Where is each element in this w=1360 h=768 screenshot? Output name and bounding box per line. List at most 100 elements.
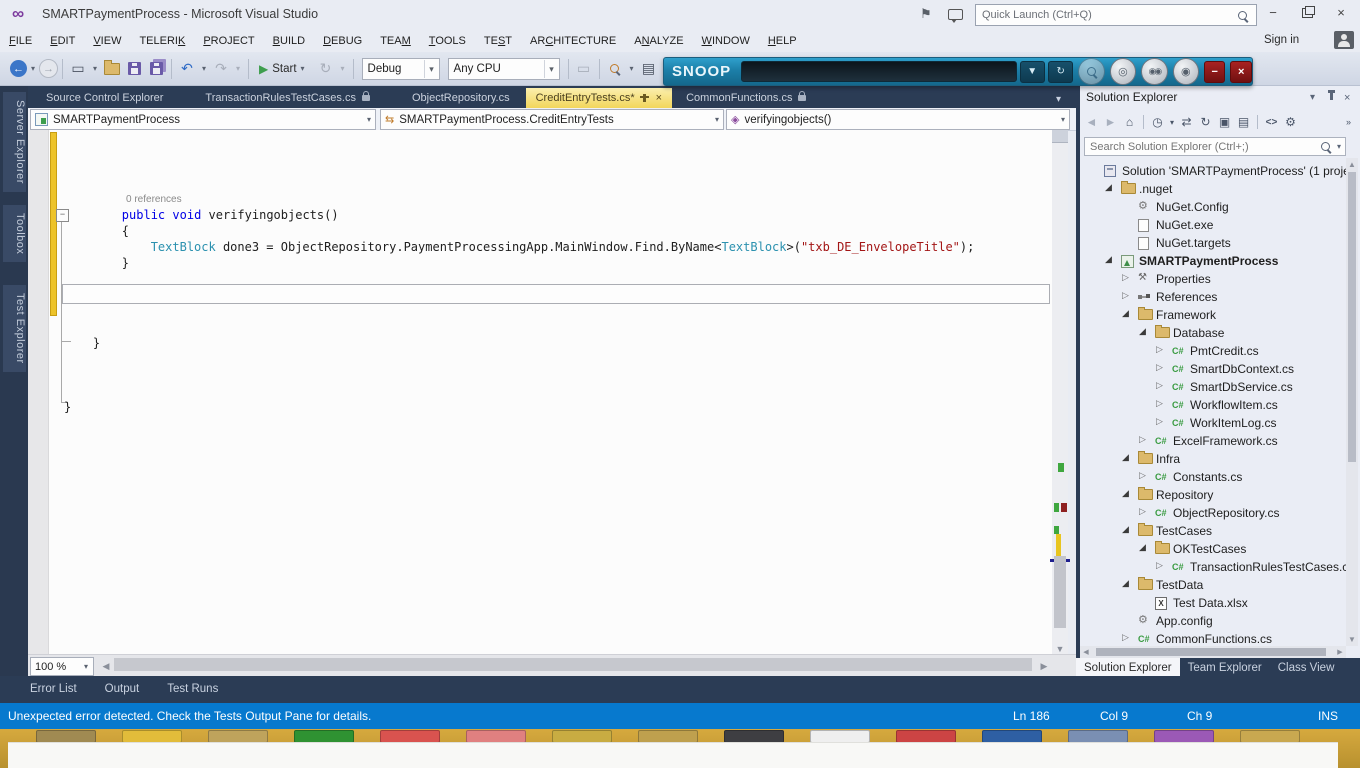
redo-icon[interactable]: ↷ [211, 59, 231, 79]
feedback-flag-icon[interactable]: ⚑ [920, 6, 932, 22]
snoop-window[interactable]: SNOOP ▼ ↻ ◎ ◉◉ ◉ − × [663, 57, 1253, 86]
editor-split-handle[interactable] [1052, 130, 1068, 143]
solution-configuration-combo[interactable]: Debug ▾ [362, 58, 440, 80]
new-window-dropdown-icon[interactable]: ▾ [90, 59, 100, 79]
start-debug-button[interactable]: ▶ Start ▾ [259, 59, 309, 79]
collapse-arrow-icon[interactable]: ◢ [1139, 326, 1146, 337]
code-line[interactable]: public void verifyingobjects() [64, 208, 339, 223]
snoop-minimize-button[interactable]: − [1204, 61, 1226, 83]
expand-arrow-icon[interactable]: ▷ [1139, 506, 1146, 517]
tree-item-smartpaymentprocess[interactable]: ◢SMARTPaymentProcess [1080, 252, 1346, 270]
expand-arrow-icon[interactable]: ▷ [1139, 470, 1146, 481]
scrollbar-down-icon[interactable]: ▼ [1052, 644, 1068, 654]
tree-item--nuget[interactable]: ◢.nuget [1080, 180, 1346, 198]
snoop-target-icon[interactable]: ◉ [1173, 58, 1199, 85]
tree-item-solution-smartpaymentprocess-1-project-[interactable]: Solution 'SMARTPaymentProcess' (1 projec… [1080, 162, 1346, 180]
tree-item-app-config[interactable]: ⚙App.config [1080, 612, 1346, 630]
menu-edit[interactable]: EDIT [41, 30, 84, 52]
back-icon[interactable]: ◄ [1082, 115, 1101, 129]
collapse-arrow-icon[interactable]: ◢ [1122, 488, 1129, 499]
doc-tab-2[interactable]: TransactionRulesTestCases.cs [195, 88, 380, 108]
search-dropdown-icon[interactable]: ▾ [1334, 137, 1344, 157]
expand-arrow-icon[interactable]: ▷ [1122, 272, 1129, 283]
tree-item-workitemlog-cs[interactable]: ▷C#WorkItemLog.cs [1080, 414, 1346, 432]
tree-item-repository[interactable]: ◢Repository [1080, 486, 1346, 504]
scrollbar-left-icon[interactable]: ◀ [98, 661, 114, 672]
editor-zoom-combo[interactable]: 100 % ▾ [30, 657, 94, 676]
panel-tab-error-list[interactable]: Error List [30, 676, 77, 703]
document-icon[interactable]: ▭ [574, 59, 594, 79]
menu-project[interactable]: PROJECT [194, 30, 263, 52]
snoop-magnifier-icon[interactable] [1078, 58, 1104, 85]
menu-telerik[interactable]: TELERIK [130, 30, 194, 52]
panel-tab-team-explorer[interactable]: Team Explorer [1180, 658, 1270, 678]
forward-icon[interactable]: ► [1101, 115, 1120, 129]
tree-item-oktestcases[interactable]: ◢OKTestCases [1080, 540, 1346, 558]
editor-horizontal-scrollbar-thumb[interactable] [114, 658, 1032, 671]
undo-icon[interactable]: ↶ [177, 59, 197, 79]
feedback-bubble-icon[interactable] [948, 9, 963, 20]
panel-tab-test-runs[interactable]: Test Runs [167, 676, 218, 703]
tree-item-test-data-xlsx[interactable]: XTest Data.xlsx [1080, 594, 1346, 612]
sign-in-link[interactable]: Sign in [1264, 34, 1299, 46]
view-code-icon[interactable]: <> [1262, 117, 1281, 128]
expand-arrow-icon[interactable]: ▷ [1156, 380, 1163, 391]
collapse-all-icon[interactable]: ▣ [1215, 115, 1234, 129]
tree-item-properties[interactable]: ▷⚒Properties [1080, 270, 1346, 288]
menu-debug[interactable]: DEBUG [314, 30, 371, 52]
navigate-back-icon[interactable]: ← [10, 60, 27, 77]
expand-arrow-icon[interactable]: ▷ [1156, 344, 1163, 355]
code-line[interactable]: TextBlock done3 = ObjectRepository.Payme… [64, 240, 974, 255]
panel-tab-output[interactable]: Output [105, 676, 140, 703]
snoop-close-button[interactable]: × [1230, 61, 1252, 83]
doc-tab-5[interactable]: CommonFunctions.cs [676, 88, 816, 108]
tree-item-nuget-config[interactable]: ⚙NuGet.Config [1080, 198, 1346, 216]
properties-icon[interactable]: ⚙ [1281, 115, 1300, 129]
refresh-dropdown-icon[interactable]: ▾ [338, 59, 348, 79]
expand-arrow-icon[interactable]: ▷ [1156, 560, 1163, 571]
save-all-icon[interactable] [146, 59, 166, 79]
tree-vertical-scrollbar-thumb[interactable] [1348, 172, 1356, 462]
snoop-binoculars-icon[interactable]: ◉◉ [1141, 58, 1167, 85]
solution-platform-combo[interactable]: Any CPU ▾ [448, 58, 560, 80]
menu-architecture[interactable]: ARCHITECTURE [521, 30, 625, 52]
tree-item-testcases[interactable]: ◢TestCases [1080, 522, 1346, 540]
editor-vertical-scrollbar-thumb[interactable] [1054, 556, 1066, 628]
tree-item-smartdbservice-cs[interactable]: ▷C#SmartDbService.cs [1080, 378, 1346, 396]
menu-team[interactable]: TEAM [371, 30, 420, 52]
new-window-icon[interactable]: ▭ [68, 59, 88, 79]
tab-close-icon[interactable]: × [656, 88, 662, 108]
tree-item-excelframework-cs[interactable]: ▷C#ExcelFramework.cs [1080, 432, 1346, 450]
collapse-arrow-icon[interactable]: ◢ [1139, 542, 1146, 553]
snoop-target-combo[interactable] [741, 61, 1016, 82]
scrollbar-right-icon[interactable]: ▶ [1334, 648, 1346, 656]
refresh-icon[interactable]: ↻ [1196, 115, 1215, 129]
menu-help[interactable]: HELP [759, 30, 806, 52]
tree-item-commonfunctions-cs[interactable]: ▷C#CommonFunctions.cs [1080, 630, 1346, 646]
quick-launch-box[interactable]: Quick Launch (Ctrl+Q) [975, 4, 1257, 26]
collapse-arrow-icon[interactable]: ◢ [1122, 524, 1129, 535]
minimize-button[interactable]: − [1258, 0, 1288, 26]
doc-tab-1[interactable]: Source Control Explorer [36, 88, 173, 108]
open-file-icon[interactable] [102, 59, 122, 79]
panel-options-icon[interactable]: ▾ [1310, 92, 1315, 103]
tree-item-testdata[interactable]: ◢TestData [1080, 576, 1346, 594]
tree-item-framework[interactable]: ◢Framework [1080, 306, 1346, 324]
scrollbar-up-icon[interactable]: ▲ [1346, 158, 1358, 169]
expand-arrow-icon[interactable]: ▷ [1139, 434, 1146, 445]
user-avatar-icon[interactable] [1334, 31, 1354, 49]
code-line[interactable]: { [64, 224, 129, 239]
tree-item-pmtcredit-cs[interactable]: ▷C#PmtCredit.cs [1080, 342, 1346, 360]
snoop-refresh-icon[interactable]: ↻ [1048, 61, 1073, 83]
solution-explorer-search[interactable]: ▾ [1084, 137, 1346, 156]
tree-item-transactionrulestestcases-cs[interactable]: ▷C#TransactionRulesTestCases.cs [1080, 558, 1346, 576]
code-line[interactable]: } [64, 256, 129, 271]
panel-tab-solution-explorer[interactable]: Solution Explorer [1076, 658, 1180, 678]
class-dropdown[interactable]: ⇆ SMARTPaymentProcess.CreditEntryTests ▾ [380, 109, 724, 130]
menu-tools[interactable]: TOOLS [420, 30, 475, 52]
expand-arrow-icon[interactable]: ▷ [1156, 398, 1163, 409]
expand-arrow-icon[interactable]: ▷ [1156, 416, 1163, 427]
method-dropdown[interactable]: ◈ verifyingobjects() ▾ [726, 109, 1070, 130]
collapse-arrow-icon[interactable]: ◢ [1122, 578, 1129, 589]
project-dropdown[interactable]: SMARTPaymentProcess ▾ [30, 109, 376, 130]
